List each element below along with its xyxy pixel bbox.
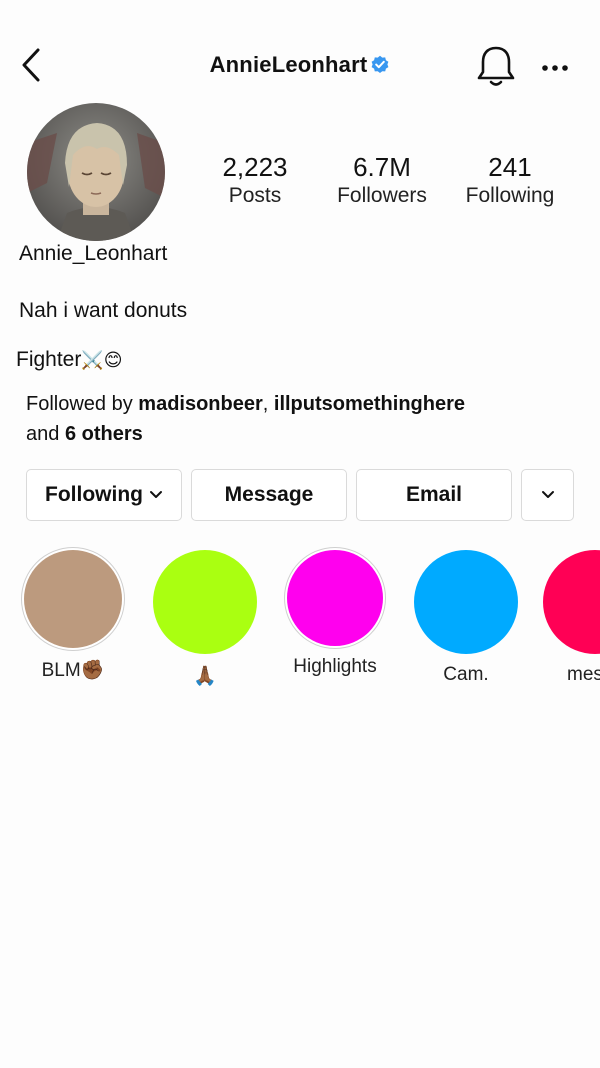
followed-by-and: and <box>26 423 65 445</box>
email-button-label: Email <box>405 483 463 506</box>
suggested-accounts-button[interactable] <box>521 469 574 521</box>
followers-count: 6.7M <box>353 152 411 182</box>
highlight-label: Cam. <box>443 664 489 685</box>
message-button-label: Message <box>224 483 314 506</box>
email-button[interactable]: Email <box>356 469 512 521</box>
posts-stat[interactable]: 2,223 Posts <box>190 152 320 210</box>
highlight-cover <box>24 550 122 648</box>
profile-tagline: Fighter⚔️😊 <box>16 348 123 372</box>
followers-label: Followers <box>337 184 427 207</box>
mutual-follower-link[interactable]: illputsomethinghere <box>274 393 465 415</box>
highlight-cover <box>414 550 518 654</box>
highlight-label: BLM✊🏾 <box>41 660 105 681</box>
avatar[interactable] <box>27 103 165 241</box>
others-link[interactable]: 6 others <box>65 423 143 445</box>
story-highlight[interactable]: BLM✊🏾 <box>18 550 128 682</box>
bell-icon <box>477 46 515 86</box>
mutual-follower-link[interactable]: madisonbeer <box>138 393 262 415</box>
story-highlight[interactable]: messe <box>540 550 600 690</box>
more-options-button[interactable] <box>536 54 576 82</box>
followed-by-text[interactable]: Followed by madisonbeer, illputsomething… <box>26 389 586 449</box>
chevron-down-icon <box>541 491 554 498</box>
notification-bell-button[interactable] <box>474 44 518 90</box>
followed-by-prefix: Followed by <box>26 393 139 415</box>
story-highlight[interactable]: Highlights <box>280 550 390 678</box>
profile-bio: Nah i want donuts <box>19 299 188 322</box>
following-count: 241 <box>488 152 532 182</box>
highlight-label: 🙏🏾 <box>193 666 217 687</box>
story-highlight[interactable]: 🙏🏾 <box>150 550 260 688</box>
highlight-label: Highlights <box>293 656 377 677</box>
following-button-label: Following <box>45 483 143 506</box>
following-stat[interactable]: 241 Following <box>445 152 575 210</box>
highlight-label: messe <box>567 664 600 685</box>
highlight-cover <box>287 550 383 646</box>
following-label: Following <box>465 184 555 207</box>
more-dots-icon <box>542 65 568 71</box>
highlight-cover <box>153 550 257 654</box>
followers-stat[interactable]: 6.7M Followers <box>317 152 447 210</box>
posts-count: 2,223 <box>222 152 288 182</box>
story-highlight[interactable]: Cam. <box>411 550 521 686</box>
profile-username: Annie_Leonhart <box>19 242 168 265</box>
page-title: AnnieLeonhart <box>209 52 368 77</box>
posts-label: Posts <box>228 184 282 207</box>
highlight-cover <box>543 550 600 654</box>
followed-by-separator: , <box>262 393 274 415</box>
chevron-down-icon <box>149 491 162 498</box>
tagline-emoji: ⚔️😊 <box>81 350 123 371</box>
profile-picture-icon <box>27 103 165 241</box>
tagline-text: Fighter <box>16 348 82 371</box>
verified-badge-icon <box>372 55 389 73</box>
following-button[interactable]: Following <box>26 469 182 521</box>
message-button[interactable]: Message <box>191 469 347 521</box>
